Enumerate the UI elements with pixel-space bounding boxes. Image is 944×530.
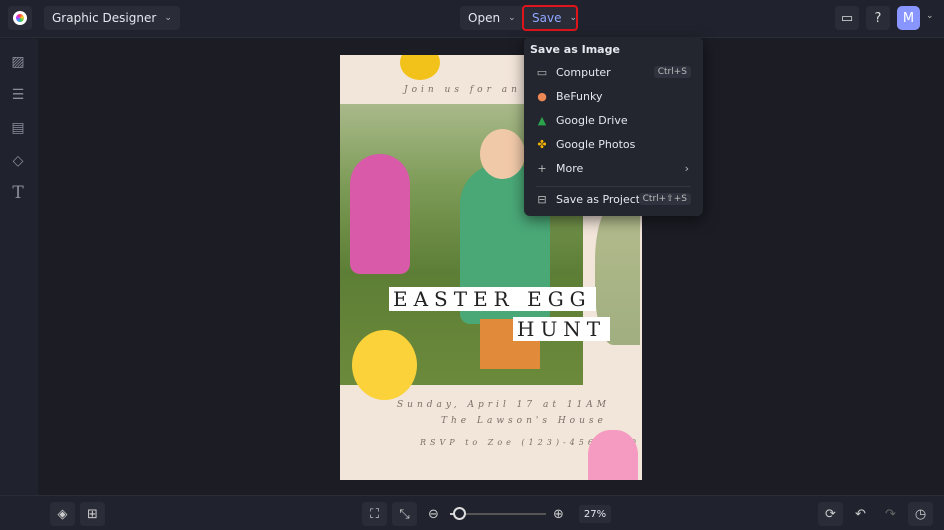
refresh-icon[interactable]: ⟳ — [818, 502, 843, 526]
app-switcher-button[interactable]: Graphic Designer ⌄ — [44, 6, 180, 30]
menu-item-save-project[interactable]: ⊟ Save as Project Ctrl+⇧+S — [524, 188, 703, 210]
befunky-logo[interactable] — [8, 6, 32, 30]
google-drive-icon: ▲ — [537, 113, 547, 127]
flower-decoration — [400, 55, 440, 80]
image-icon[interactable]: ▨ — [10, 54, 26, 70]
menu-header: Save as Image — [530, 43, 620, 56]
place-text: The Lawson's House — [441, 416, 607, 426]
text-icon[interactable]: T — [10, 183, 26, 203]
app-title: Graphic Designer — [52, 11, 157, 25]
help-icon[interactable]: ? — [866, 6, 890, 30]
open-button[interactable]: Open ⌄ — [460, 6, 524, 30]
menu-divider — [536, 186, 691, 187]
chevron-down-icon: ⌄ — [569, 13, 578, 23]
zoom-slider-thumb[interactable] — [452, 507, 466, 520]
chevron-right-icon: › — [684, 161, 689, 175]
plus-icon: + — [537, 161, 547, 175]
comment-icon[interactable]: ▭ — [835, 6, 859, 30]
befunky-icon: ● — [537, 89, 547, 103]
left-toolbar: ▨ ☰ ▤ ◇ T — [0, 39, 38, 495]
chick-illustration — [352, 330, 417, 400]
shortcut-badge: Ctrl+⇧+S — [638, 193, 691, 205]
menu-item-computer[interactable]: ▭ Computer Ctrl+S — [524, 61, 703, 83]
menu-item-google-photos[interactable]: ✤ Google Photos — [524, 133, 703, 155]
layers-icon[interactable]: ◈ — [50, 502, 75, 526]
zoom-in-icon[interactable]: ⊕ — [553, 507, 564, 522]
layout-icon[interactable]: ▤ — [10, 120, 26, 136]
menu-item-label: Google Drive — [556, 113, 628, 127]
google-photos-icon: ✤ — [537, 137, 547, 151]
shortcut-badge: Ctrl+S — [653, 66, 691, 78]
top-bar: Graphic Designer ⌄ Open ⌄ Save ⌄ ▭ ? M ⌄ — [0, 0, 944, 38]
title-line-1: EASTER EGG — [389, 287, 596, 311]
bunny-illustration — [588, 430, 638, 480]
chevron-down-icon: ⌄ — [508, 13, 516, 23]
menu-item-more[interactable]: + More › — [524, 157, 703, 179]
menu-item-label: BeFunky — [556, 89, 603, 103]
menu-item-google-drive[interactable]: ▲ Google Drive — [524, 109, 703, 131]
shapes-icon[interactable]: ◇ — [10, 153, 26, 169]
date-text: Sunday, April 17 at 11AM — [397, 400, 610, 410]
history-icon[interactable]: ◷ — [908, 502, 933, 526]
menu-item-label: Google Photos — [556, 137, 636, 151]
menu-item-label: Computer — [556, 65, 611, 79]
chevron-down-icon: ⌄ — [164, 13, 172, 23]
save-label: Save — [532, 11, 562, 25]
open-label: Open — [468, 11, 501, 25]
zoom-out-icon[interactable]: ⊖ — [428, 507, 439, 522]
avatar[interactable]: M — [897, 6, 920, 30]
zoom-value[interactable]: 27% — [579, 505, 611, 523]
menu-item-befunky[interactable]: ● BeFunky — [524, 85, 703, 107]
adjust-sliders-icon[interactable]: ☰ — [10, 87, 26, 103]
briefcase-icon: ⊟ — [537, 192, 547, 206]
zoom-slider[interactable] — [450, 507, 546, 520]
redo-icon[interactable]: ↷ — [878, 502, 903, 526]
menu-item-label: More — [556, 161, 584, 175]
undo-icon[interactable]: ↶ — [848, 502, 873, 526]
fit-screen-icon[interactable]: ⛶ — [362, 502, 387, 526]
menu-item-label: Save as Project — [556, 192, 641, 206]
grid-icon[interactable]: ⊞ — [80, 502, 105, 526]
title-line-2: HUNT — [513, 317, 611, 341]
bottom-bar: ◈ ⊞ ⛶ ⤡ ⊖ ⊕ 27% ⟳ ↶ ↷ ◷ — [0, 495, 944, 530]
chevron-down-icon[interactable]: ⌄ — [926, 11, 934, 21]
monitor-icon: ▭ — [536, 65, 548, 79]
avatar-initial: M — [902, 10, 915, 26]
actual-size-icon[interactable]: ⤡ — [392, 502, 417, 526]
save-dropdown-menu: Save as Image ▭ Computer Ctrl+S ● BeFunky ▲… — [524, 37, 703, 216]
save-button[interactable]: Save ⌄ — [522, 5, 578, 31]
